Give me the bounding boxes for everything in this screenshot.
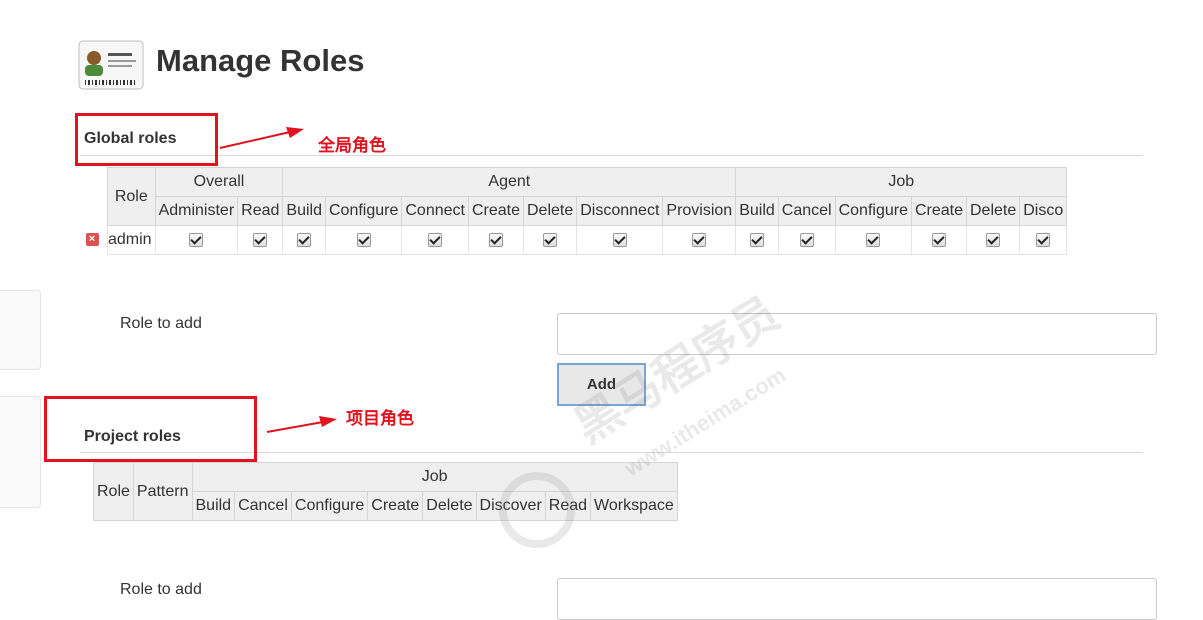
permission-column-header: Workspace (590, 491, 678, 521)
permission-cell (154, 225, 239, 255)
permission-checkbox[interactable] (428, 232, 443, 247)
permission-cell (282, 225, 326, 255)
annotation-box (44, 396, 257, 462)
permission-group-header: Agent (282, 167, 737, 197)
permission-cell (237, 225, 284, 255)
permission-cell (910, 225, 968, 255)
permission-column-header: Cancel (777, 196, 836, 226)
permission-checkbox[interactable] (749, 232, 764, 247)
watermark-logo-icon (497, 470, 577, 555)
permission-column-header: Build (735, 196, 779, 226)
annotation-label: 项目角色 (346, 409, 414, 428)
permission-group-header: Job (735, 167, 1068, 197)
permission-column-header: Delete (522, 196, 578, 226)
project-role-to-add-label: Role to add (120, 581, 202, 598)
role-to-add-label: Role to add (120, 315, 202, 332)
permission-checkbox[interactable] (297, 232, 312, 247)
side-panel-tab (0, 396, 41, 508)
project-roles-table-wrap: Role Pattern Job Build Cancel Configure Cre… (93, 462, 678, 521)
permission-cell (467, 225, 524, 255)
permission-checkbox[interactable] (799, 232, 814, 247)
permission-column-header: Build (191, 491, 236, 521)
permission-column-header: Configure (834, 196, 912, 226)
delete-role-icon[interactable]: × (85, 233, 99, 247)
permission-cell (735, 225, 779, 255)
permission-cell (777, 225, 836, 255)
annotation-box (75, 113, 218, 166)
role-name: admin (107, 225, 156, 255)
permission-column-header: Read (237, 196, 284, 226)
role-column-header: Role (93, 462, 134, 521)
permission-cell (401, 225, 469, 255)
permission-column-header: Disco (1019, 196, 1068, 226)
permission-column-header: Delete (422, 491, 477, 521)
delete-cell: × (77, 226, 108, 255)
permission-checkbox[interactable] (543, 232, 558, 247)
permission-checkbox[interactable] (356, 232, 371, 247)
side-panel-tab (0, 290, 41, 370)
annotation-arrow (219, 127, 304, 149)
permission-column-header: Connect (401, 196, 469, 226)
permission-checkbox[interactable] (931, 232, 946, 247)
project-roles-table: Role Pattern Job Build Cancel Configure Cre… (93, 462, 678, 521)
permission-checkbox[interactable] (1036, 232, 1051, 247)
permission-column-header: Create (467, 196, 524, 226)
permission-checkbox[interactable] (189, 232, 204, 247)
permission-cell (576, 225, 664, 255)
permission-checkbox[interactable] (986, 232, 1001, 247)
permission-column-header: Create (910, 196, 968, 226)
permission-checkbox[interactable] (612, 232, 627, 247)
permission-checkbox[interactable] (866, 232, 881, 247)
permission-checkbox[interactable] (692, 232, 707, 247)
section-divider (80, 155, 1143, 156)
permission-cell (965, 225, 1021, 255)
annotation-label: 全局角色 (318, 136, 386, 155)
permission-group-header: Overall (154, 167, 284, 197)
delete-col-spacer (77, 196, 108, 226)
id-card-icon (78, 40, 144, 90)
permission-column-header: Provision (662, 196, 737, 226)
permission-column-header: Disconnect (576, 196, 664, 226)
role-column-header: Role (107, 167, 156, 226)
permission-column-header: Configure (290, 491, 369, 521)
table-row: × admin (77, 225, 1068, 255)
permission-column-header: Administer (154, 196, 239, 226)
global-roles-table: Role Overall Agent Job Administer Read Build… (77, 167, 1068, 255)
permission-checkbox[interactable] (488, 232, 503, 247)
permission-cell (662, 225, 737, 255)
permission-column-header: Create (367, 491, 424, 521)
permission-checkbox[interactable] (253, 232, 268, 247)
delete-col-spacer (77, 167, 108, 197)
permission-column-header: Configure (324, 196, 403, 226)
pattern-column-header: Pattern (132, 462, 193, 521)
job-group-header: Job (191, 462, 678, 492)
permission-column-header: Cancel (234, 491, 292, 521)
permission-cell (522, 225, 578, 255)
global-roles-table-wrap: Role Overall Agent Job Administer Read Build… (77, 167, 1143, 261)
permission-cell (324, 225, 403, 255)
annotation-arrow (266, 416, 337, 433)
permission-column-header: Build (282, 196, 326, 226)
permission-cell (1019, 225, 1068, 255)
page-title: Manage Roles (156, 43, 365, 78)
permission-column-header: Delete (965, 196, 1021, 226)
permission-cell (834, 225, 912, 255)
